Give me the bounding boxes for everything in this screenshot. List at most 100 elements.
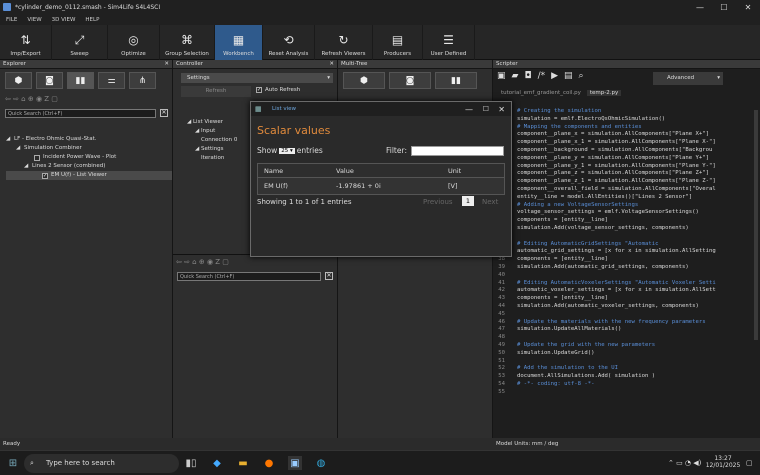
menu-view[interactable]: VIEW xyxy=(27,17,41,23)
model-icon[interactable]: ⬢ xyxy=(5,72,32,89)
code-text: component__plane_x_1 = simulation.AllCom… xyxy=(517,139,716,146)
model-icon[interactable]: ⬢ xyxy=(343,72,385,89)
close-icon[interactable]: ✕ xyxy=(164,60,169,69)
column-value[interactable]: Value xyxy=(336,167,448,175)
close-icon[interactable]: ✕ xyxy=(329,60,334,69)
maximize-icon[interactable]: ☐ xyxy=(483,105,489,113)
producers-button[interactable]: ▤ Producers xyxy=(373,25,423,60)
tree-item[interactable]: Iteration xyxy=(187,154,237,163)
search-icon[interactable]: ⌕ xyxy=(579,71,584,81)
comment-icon[interactable]: /* xyxy=(538,71,546,81)
column-name[interactable]: Name xyxy=(258,167,336,175)
code-text: # Adding a new VoltageSensorSettings xyxy=(517,201,639,208)
tree-item-selected[interactable]: ✓ EM U(f) - List Viewer xyxy=(6,171,172,180)
code-text: component__plane_y_1 = simulation.AllCom… xyxy=(517,162,716,169)
run-icon[interactable]: ▶ xyxy=(551,71,558,81)
checkbox-checked[interactable]: ✓ xyxy=(256,87,262,93)
expand-icon[interactable]: ◢ xyxy=(16,144,24,153)
user-defined-button[interactable]: ☰ User Defined xyxy=(423,25,475,60)
tree-item[interactable]: ◢ Lines 2 Sensor (combined) xyxy=(6,162,172,171)
tree-item[interactable]: ◢ Simulation Combiner xyxy=(6,144,172,153)
tab-temp-2[interactable]: temp-2.py xyxy=(586,90,622,96)
minimize-icon[interactable]: — xyxy=(688,0,712,14)
checkbox-checked[interactable]: ✓ xyxy=(42,172,48,179)
tree-item[interactable]: ◢ List Viewer xyxy=(187,118,237,127)
next-button[interactable]: Next xyxy=(482,198,498,206)
tree-item[interactable]: ◢ Input xyxy=(187,127,237,136)
explorer-nav-icons[interactable]: ⇦ ⇨ ⌂ ⊕ ◉ Z ▢ xyxy=(5,95,58,103)
open-folder-icon[interactable]: ▰ xyxy=(512,71,519,81)
script-icon[interactable]: ▤ xyxy=(564,71,573,81)
sweep-button[interactable]: ⤢ Sweep xyxy=(52,25,108,60)
code-line: 53 document.AllSimulations.Add( simulatio… xyxy=(493,373,760,381)
code-line: 50 simulation.UpdateGrid() xyxy=(493,350,760,358)
clear-search-icon[interactable]: ✕ xyxy=(160,109,168,117)
mode-dropdown[interactable]: Advanced ▾ xyxy=(653,72,723,85)
code-line: 37automatic_grid_settings = [x for x in … xyxy=(493,248,760,256)
code-editor[interactable]: # Creating the simulation simulation = em… xyxy=(493,108,760,396)
expand-icon[interactable]: ◢ xyxy=(24,162,32,171)
sim4life-icon[interactable]: ▣ xyxy=(288,456,302,470)
tray-icons[interactable]: ⌃ ▭ ◔ ◀) xyxy=(668,459,701,467)
page-1-button[interactable]: 1 xyxy=(462,196,474,206)
previous-button[interactable]: Previous xyxy=(423,198,453,206)
group-selection-button[interactable]: ⌘ Group Selection xyxy=(160,25,215,60)
filter-icon[interactable]: ⋔ xyxy=(129,72,156,89)
simulation-icon[interactable]: ◙ xyxy=(36,72,63,89)
menu-help[interactable]: HELP xyxy=(85,17,99,23)
firefox-icon[interactable]: ● xyxy=(262,456,276,470)
maximize-icon[interactable]: ☐ xyxy=(712,0,736,14)
close-icon[interactable]: ✕ xyxy=(736,0,760,14)
windows-start-icon[interactable]: ⊞ xyxy=(6,456,20,470)
reset-analysis-button[interactable]: ⟲ Reset Analysis xyxy=(263,25,315,60)
refresh-button[interactable]: Refresh xyxy=(181,86,251,97)
refresh-viewers-button[interactable]: ↻ Refresh Viewers xyxy=(315,25,373,60)
minimize-icon[interactable]: — xyxy=(465,105,473,114)
checkbox[interactable] xyxy=(34,154,40,161)
settings-dropdown[interactable]: Settings ▾ xyxy=(181,73,333,83)
page-size-select[interactable]: 25 ▾ xyxy=(279,147,295,154)
tree-item[interactable]: Incident Power Wave - Plot xyxy=(6,153,172,162)
analysis-icon[interactable]: ▮▮ xyxy=(435,72,477,89)
tree-item[interactable]: ◢ Settings xyxy=(187,145,237,154)
filter-input[interactable] xyxy=(411,146,504,156)
workbench-button[interactable]: ▦ Workbench xyxy=(215,25,263,60)
edge-icon[interactable]: ◍ xyxy=(314,456,328,470)
tree-item[interactable]: ◢ LF - Electro Ohmic Quasi-Stat. xyxy=(6,135,172,144)
auto-refresh-checkbox[interactable]: ✓ Auto Refresh xyxy=(256,87,300,93)
controller-search-input[interactable]: Quick Search (Ctrl+F) xyxy=(177,272,321,281)
new-file-icon[interactable]: ▣ xyxy=(497,71,506,81)
menu-file[interactable]: FILE xyxy=(6,17,17,23)
table-row[interactable]: EM U(f) -1.97861 + 0i [V] xyxy=(258,178,504,194)
settings-sliders-icon[interactable]: ⚌ xyxy=(98,72,125,89)
tab-tutorial[interactable]: tutorial_emf_gradient_coil.py xyxy=(501,90,581,96)
task-view-icon[interactable]: ▮▯ xyxy=(184,456,198,470)
file-explorer-icon[interactable]: ▬ xyxy=(236,456,250,470)
code-line: 36# Editing AutomaticGridSettings "Autom… xyxy=(493,241,760,249)
save-icon[interactable]: ◘ xyxy=(524,71,531,81)
column-unit[interactable]: Unit xyxy=(448,167,461,175)
imp-export-button[interactable]: ⇅ Imp/Export xyxy=(0,25,52,60)
expand-icon[interactable]: ◢ xyxy=(6,135,14,144)
tree-item[interactable]: Connection 0 xyxy=(187,136,237,145)
copilot-icon[interactable]: ◆ xyxy=(210,456,224,470)
taskbar-search[interactable]: ⌕ Type here to search xyxy=(24,454,179,473)
code-line: 47 simulation.UpdateAllMaterials() xyxy=(493,326,760,334)
code-line: 41 # Editing AutomaticVoxelerSettings "Au… xyxy=(493,280,760,288)
notification-icon[interactable]: ▢ xyxy=(746,459,753,467)
menu-3d-view[interactable]: 3D VIEW xyxy=(52,17,76,23)
line-number: 38 xyxy=(498,256,505,263)
editor-scrollbar[interactable] xyxy=(754,110,758,340)
explorer-search-input[interactable]: Quick Search (Ctrl+F) xyxy=(5,109,156,118)
code-text: component__overall_field = simulation.Al… xyxy=(517,185,716,192)
analysis-icon[interactable]: ▮▮ xyxy=(67,72,94,89)
simulation-icon[interactable]: ◙ xyxy=(389,72,431,89)
close-icon[interactable]: ✕ xyxy=(498,105,505,114)
clear-search-icon[interactable]: ✕ xyxy=(325,272,333,280)
controller-nav-icons[interactable]: ⇦ ⇨ ⌂ ⊕ ◉ Z ▢ xyxy=(176,258,229,266)
code-line: 54 # -*- coding: utf-8 -*- xyxy=(493,381,760,389)
clock[interactable]: 13:27 12/01/2025 xyxy=(705,455,741,469)
optimize-button[interactable]: ◎ Optimize xyxy=(108,25,160,60)
menu-bar: FILE VIEW 3D VIEW HELP xyxy=(0,14,760,25)
code-line: 42 automatic_voxeler_settings = [x for x … xyxy=(493,287,760,295)
